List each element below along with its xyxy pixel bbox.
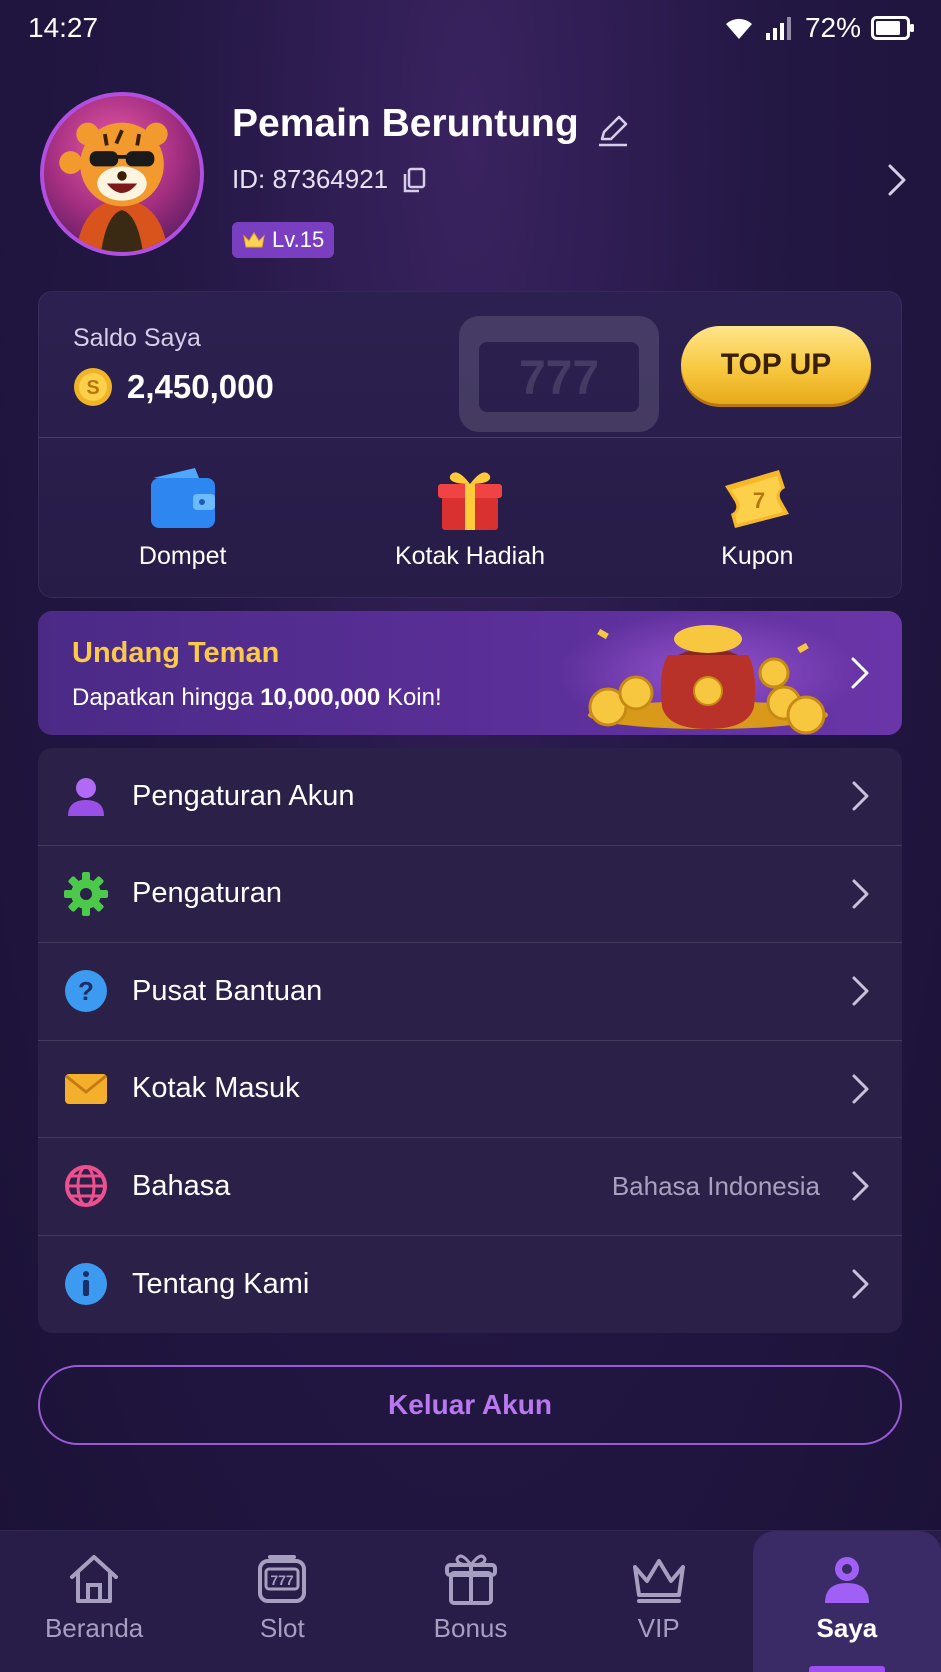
menu-value-language: Bahasa Indonesia xyxy=(611,1170,820,1201)
chevron-right-icon xyxy=(852,1074,869,1104)
invite-subtitle-suffix: Koin! xyxy=(380,684,442,711)
quick-action-coupon[interactable]: 7 Kupon xyxy=(614,438,901,598)
slot-machine-icon: 777 xyxy=(258,1555,307,1603)
gift-box-icon xyxy=(437,472,502,530)
tiger-avatar-icon xyxy=(44,96,200,252)
bottom-navigation: Beranda 777 Slot Bonus VIP Saya xyxy=(0,1530,941,1672)
nav-label: Slot xyxy=(259,1613,305,1643)
edit-icon[interactable] xyxy=(595,112,631,148)
signal-icon xyxy=(765,17,791,40)
nav-item-home[interactable]: Beranda xyxy=(0,1531,188,1672)
menu-item-about-us[interactable]: Tentang Kami xyxy=(38,1236,902,1334)
chevron-right-icon xyxy=(852,879,869,909)
invite-title: Undang Teman xyxy=(72,637,280,669)
menu-item-account-settings[interactable]: Pengaturan Akun xyxy=(38,748,902,846)
crown-icon xyxy=(632,1559,685,1603)
quick-action-wallet[interactable]: Dompet xyxy=(39,438,326,598)
level-badge: Lv.15 xyxy=(232,222,335,258)
wifi-icon xyxy=(725,18,752,39)
battery-percent: 72% xyxy=(804,12,861,43)
slot-machine-watermark-icon: 777 xyxy=(459,316,659,432)
invite-amount: 10,000,000 xyxy=(260,684,381,711)
menu-label: Tentang Kami xyxy=(132,1267,310,1300)
chevron-right-icon xyxy=(851,657,869,689)
gear-icon xyxy=(64,871,108,916)
nav-label: Beranda xyxy=(44,1613,144,1643)
nav-label: VIP xyxy=(637,1613,680,1643)
menu-label: Pengaturan Akun xyxy=(132,779,355,812)
wallet-icon xyxy=(150,468,215,528)
chevron-right-icon xyxy=(852,976,869,1006)
nav-item-profile[interactable]: Saya xyxy=(752,1531,941,1672)
home-icon xyxy=(70,1555,119,1603)
chevron-right-icon[interactable] xyxy=(882,162,910,198)
svg-text:777: 777 xyxy=(271,1572,295,1588)
globe-icon xyxy=(65,1165,107,1208)
status-indicators: 72% xyxy=(723,12,915,44)
logout-button[interactable]: Keluar Akun xyxy=(38,1365,902,1445)
nav-label: Bonus xyxy=(433,1613,508,1643)
quick-action-label: Dompet xyxy=(138,542,227,570)
user-icon xyxy=(824,1557,869,1603)
menu-label: Bahasa xyxy=(132,1169,231,1202)
status-time: 14:27 xyxy=(28,12,99,43)
settings-menu: Pengaturan Akun Pengaturan ? Pusat Bantu… xyxy=(38,748,902,1333)
invite-friends-banner[interactable]: Undang Teman Dapatkan hingga 10,000,000 … xyxy=(38,611,902,735)
nav-item-slot[interactable]: 777 Slot xyxy=(188,1531,376,1672)
svg-text:7: 7 xyxy=(753,488,765,513)
menu-label: Pusat Bantuan xyxy=(132,974,323,1007)
wallet-card: 777 Saldo Saya S 2,450,000 TOP UP Dompet xyxy=(38,291,902,598)
profile-header[interactable]: Pemain Beruntung ID: 87364921 Lv.15 xyxy=(40,92,910,262)
invite-subtitle-prefix: Dapatkan hingga xyxy=(72,684,261,711)
svg-text:?: ? xyxy=(78,976,94,1006)
mail-icon xyxy=(65,1073,107,1104)
crown-icon xyxy=(243,232,265,248)
avatar[interactable] xyxy=(40,92,204,256)
chevron-right-icon xyxy=(852,1171,869,1201)
level-text: Lv.15 xyxy=(272,227,325,252)
top-up-button[interactable]: TOP UP xyxy=(681,326,871,404)
chevron-right-icon xyxy=(852,781,869,811)
profile-id-text: ID: 87364921 xyxy=(232,164,389,194)
balance-row: S 2,450,000 xyxy=(73,367,274,407)
balance-value: 2,450,000 xyxy=(127,368,274,405)
info-icon xyxy=(65,1263,107,1306)
svg-text:777: 777 xyxy=(519,352,599,405)
user-icon xyxy=(68,778,104,817)
quick-actions: Dompet Kotak Hadiah 7 Kupon xyxy=(39,438,901,598)
coin-icon: S xyxy=(74,368,112,406)
help-icon: ? xyxy=(65,970,107,1013)
menu-label: Kotak Masuk xyxy=(132,1072,300,1105)
money-bag-icon xyxy=(558,611,858,735)
copy-icon[interactable] xyxy=(400,166,428,194)
profile-name: Pemain Beruntung xyxy=(232,102,579,145)
quick-action-gift-box[interactable]: Kotak Hadiah xyxy=(326,438,613,598)
invite-subtitle: Dapatkan hingga 10,000,000 Koin! xyxy=(72,684,442,712)
quick-action-label: Kupon xyxy=(721,542,794,570)
balance-label: Saldo Saya xyxy=(73,324,201,352)
menu-item-help-center[interactable]: ? Pusat Bantuan xyxy=(38,943,902,1041)
balance-section: 777 Saldo Saya S 2,450,000 TOP UP xyxy=(39,292,901,438)
gift-icon xyxy=(444,1554,497,1605)
profile-id: ID: 87364921 xyxy=(232,164,428,195)
menu-item-settings[interactable]: Pengaturan xyxy=(38,846,902,943)
battery-icon xyxy=(871,16,914,40)
coupon-icon: 7 xyxy=(725,470,790,528)
nav-item-bonus[interactable]: Bonus xyxy=(376,1531,564,1672)
nav-item-vip[interactable]: VIP xyxy=(565,1531,753,1672)
chevron-right-icon xyxy=(852,1269,869,1299)
status-bar: 14:27 72% xyxy=(0,0,941,56)
nav-label: Saya xyxy=(816,1613,878,1643)
menu-item-language[interactable]: Bahasa Bahasa Indonesia xyxy=(38,1138,902,1236)
quick-action-label: Kotak Hadiah xyxy=(394,542,546,570)
svg-text:S: S xyxy=(86,377,99,399)
menu-label: Pengaturan xyxy=(132,877,282,910)
menu-item-inbox[interactable]: Kotak Masuk xyxy=(38,1041,902,1138)
